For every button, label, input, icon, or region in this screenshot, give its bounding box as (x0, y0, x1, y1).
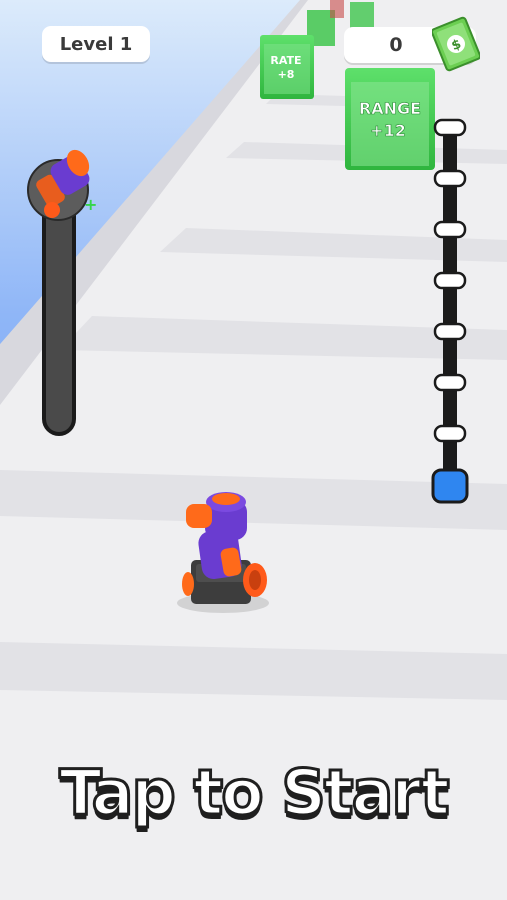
gate-rate: RATE +8 (260, 35, 314, 99)
gate-range: RANGE +12 (345, 68, 435, 170)
checkpoint-marker (433, 169, 467, 188)
gate-rate-bonus: +8 (278, 68, 295, 81)
checkpoint-marker (433, 271, 467, 290)
checkpoint-marker (433, 322, 467, 341)
checkpoint-marker (433, 118, 467, 137)
checkpoint-marker (433, 424, 467, 443)
svg-text:+: + (84, 195, 97, 214)
checkpoint-marker (433, 373, 467, 392)
checkpoint-marker (433, 220, 467, 239)
level-indicator: Level 1 (42, 26, 150, 62)
dollar-bill-icon: $ (432, 16, 480, 72)
gate-range-stat: RANGE (359, 99, 421, 118)
progress-current-marker (431, 468, 469, 504)
level-label: Level 1 (59, 33, 133, 55)
gate-rate-stat: RATE (270, 54, 301, 67)
tap-to-start-prompt[interactable]: Tap to Start (0, 752, 507, 832)
gate-range-bonus: +12 (370, 121, 406, 140)
